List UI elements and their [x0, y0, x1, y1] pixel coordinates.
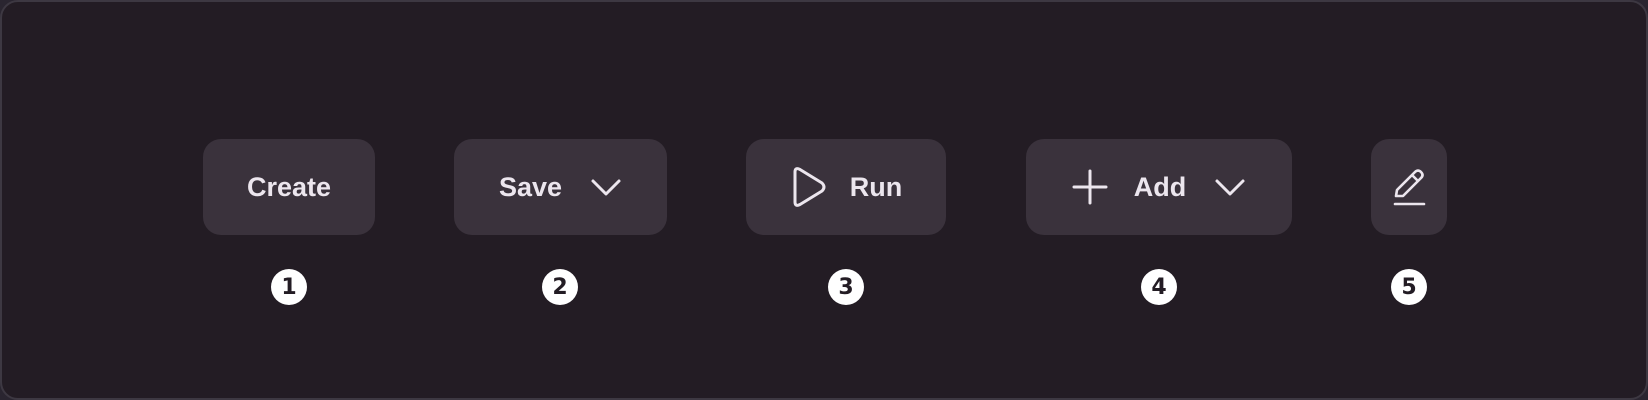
step-badge-5: 5: [1391, 269, 1427, 305]
plus-icon: [1072, 169, 1108, 205]
step-badge-4: 4: [1141, 269, 1177, 305]
canvas: Create Save Run Add 1 2 3 4 5: [0, 0, 1648, 400]
play-icon: [790, 165, 828, 209]
run-label: Run: [849, 171, 903, 202]
save-button[interactable]: Save: [454, 139, 667, 235]
chevron-down-icon: [590, 177, 622, 197]
save-label: Save: [498, 171, 563, 202]
create-button[interactable]: Create: [203, 139, 375, 235]
step-badge-1: 1: [271, 269, 307, 305]
create-label: Create: [246, 171, 332, 202]
pencil-icon: [1390, 166, 1428, 208]
add-label: Add: [1133, 171, 1187, 202]
chevron-down-icon: [1214, 177, 1246, 197]
add-button[interactable]: Add: [1026, 139, 1292, 235]
step-badge-2: 2: [542, 269, 578, 305]
edit-button[interactable]: [1371, 139, 1447, 235]
step-badge-3: 3: [828, 269, 864, 305]
run-button[interactable]: Run: [746, 139, 946, 235]
